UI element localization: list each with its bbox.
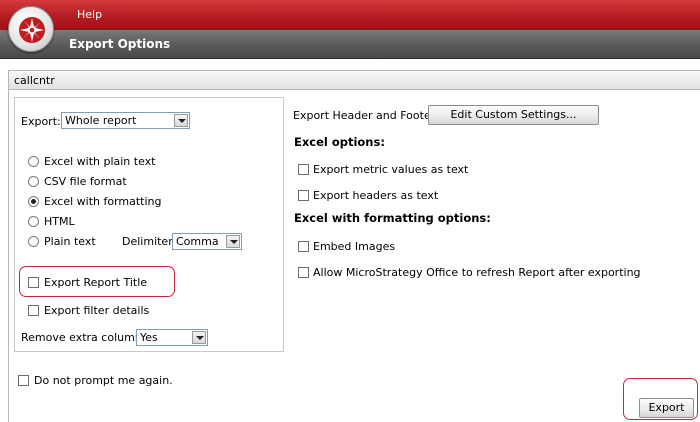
checkbox-embed-images[interactable]	[298, 241, 309, 252]
radio-csv[interactable]	[28, 176, 39, 187]
delimiter-value: Comma	[176, 235, 219, 248]
checkbox-export-metric-values-as-text[interactable]	[298, 164, 309, 175]
delimiter-label: Delimiter:	[122, 235, 177, 248]
title-bar: Export Options	[0, 30, 700, 59]
radio-label-excel-plain-text: Excel with plain text	[44, 155, 156, 168]
window-title: Export Options	[69, 37, 171, 51]
label-allow-office-refresh: Allow MicroStrategy Office to refresh Re…	[313, 266, 641, 279]
radio-plain-text[interactable]	[28, 236, 39, 247]
chevron-down-icon[interactable]	[192, 331, 206, 344]
checkbox-export-report-title[interactable]	[28, 277, 39, 288]
radio-excel-formatting[interactable]	[28, 196, 39, 207]
label-export-metric-values-as-text: Export metric values as text	[313, 163, 469, 176]
export-label: Export:	[21, 115, 61, 128]
export-scope-value: Whole report	[65, 114, 137, 127]
report-name: callcntr	[14, 74, 55, 87]
chevron-down-icon[interactable]	[226, 235, 240, 248]
header-footer-label: Export Header and Footer:	[293, 109, 439, 122]
label-embed-images: Embed Images	[313, 240, 396, 253]
microstrategy-logo-icon	[8, 6, 54, 52]
radio-html[interactable]	[28, 216, 39, 227]
help-menu-link[interactable]: Help	[77, 8, 102, 21]
radio-label-plain-text: Plain text	[44, 235, 96, 248]
radio-label-csv: CSV file format	[44, 175, 127, 188]
remove-extra-column-select[interactable]: Yes	[136, 329, 208, 346]
checkbox-export-filter-details[interactable]	[28, 305, 39, 316]
excel-formatting-options-heading: Excel with formatting options:	[294, 211, 491, 225]
checkbox-allow-office-refresh[interactable]	[298, 267, 309, 278]
checkbox-do-not-prompt[interactable]	[18, 375, 29, 386]
chevron-down-icon[interactable]	[174, 114, 188, 127]
radio-label-html: HTML	[44, 215, 75, 228]
remove-extra-column-label: Remove extra column:	[21, 331, 146, 344]
checkbox-export-headers-as-text[interactable]	[298, 190, 309, 201]
edit-custom-settings-button[interactable]: Edit Custom Settings...	[428, 105, 599, 125]
label-export-filter-details: Export filter details	[44, 304, 150, 317]
header-spacer	[0, 60, 700, 70]
radio-excel-plain-text[interactable]	[28, 156, 39, 167]
remove-extra-column-value: Yes	[140, 331, 158, 344]
delimiter-select[interactable]: Comma	[172, 233, 242, 250]
label-export-report-title: Export Report Title	[44, 276, 148, 289]
radio-label-excel-formatting: Excel with formatting	[44, 195, 162, 208]
label-export-headers-as-text: Export headers as text	[313, 189, 439, 202]
excel-options-heading: Excel options:	[294, 135, 385, 149]
report-name-band: callcntr	[8, 70, 700, 90]
export-scope-select[interactable]: Whole report	[61, 112, 190, 129]
export-button[interactable]: Export	[639, 398, 694, 418]
label-do-not-prompt: Do not prompt me again.	[34, 374, 173, 387]
top-menu-bar: Help	[0, 0, 700, 30]
